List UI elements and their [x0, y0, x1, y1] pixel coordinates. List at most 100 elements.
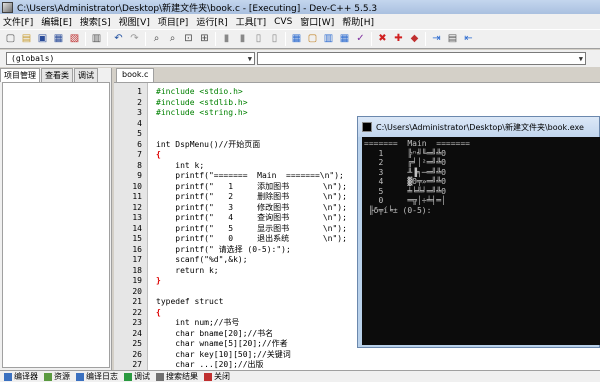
undo-icon[interactable]: ↶: [112, 33, 125, 46]
menu-cvs[interactable]: CVS: [274, 17, 292, 27]
new-project-icon[interactable]: ⇥: [430, 33, 443, 46]
compile-log-icon: [76, 372, 84, 381]
tab-project-manager[interactable]: 项目管理: [0, 68, 40, 82]
print-icon[interactable]: ▥: [90, 33, 103, 46]
unindent-icon[interactable]: ▮: [236, 33, 249, 46]
tab-label: 关闭: [214, 372, 230, 381]
tab-class-view[interactable]: 查看类: [41, 68, 73, 82]
exit-icon[interactable]: ⇤: [462, 33, 475, 46]
save-icon[interactable]: ▣: [36, 33, 49, 46]
compile-icon[interactable]: ▦: [290, 33, 303, 46]
code-line: 27 char ...[20];//出版: [114, 360, 600, 370]
menu-search[interactable]: 搜索[S]: [80, 15, 111, 28]
code-text: {: [156, 307, 161, 317]
tab-debug[interactable]: 调试: [74, 68, 98, 82]
scope-select[interactable]: (globals) ▼: [6, 52, 255, 65]
menu-help[interactable]: 帮助[H]: [342, 15, 374, 28]
line-number: 18: [132, 265, 142, 275]
code-line: 2 #include <stdlib.h>: [114, 98, 600, 109]
separator: [285, 32, 286, 46]
line-number: 8: [137, 160, 142, 170]
editor-tab-book-c[interactable]: book.c: [116, 68, 155, 82]
line-number: 14: [132, 223, 142, 233]
tab-search-results[interactable]: 搜索结果: [156, 371, 198, 382]
line-number: 3: [137, 108, 142, 117]
close-icon: [204, 372, 212, 381]
app-icon: [2, 1, 13, 13]
code-text: #include <stdlib.h>: [156, 97, 248, 107]
tab-label: 编译日志: [86, 372, 118, 381]
save-all-icon[interactable]: ▦: [52, 33, 65, 46]
code-text: char bname[20];//书名: [156, 328, 274, 338]
run-icon[interactable]: ▢: [306, 33, 319, 46]
tab-label: 编译器: [14, 372, 38, 381]
indent-icon[interactable]: ▮: [220, 33, 233, 46]
menu-tools[interactable]: 工具[T]: [236, 15, 267, 28]
line-number: 10: [132, 181, 142, 191]
profile-icon[interactable]: ◆: [408, 33, 421, 46]
tab-compiler[interactable]: 编译器: [4, 371, 38, 382]
find-next-icon[interactable]: ⊡: [182, 33, 195, 46]
menu-file[interactable]: 文件[F]: [3, 15, 33, 28]
console-line: ╟δ╤í╘± (0-5):: [364, 205, 432, 215]
console-output: ======= Main ======= 1 ╠ⁿ╝╙═╝╩Θ 2 ╔╛│²═╝…: [362, 137, 600, 345]
code-text: int k;: [156, 160, 205, 170]
console-line: ======= Main =======: [364, 139, 470, 148]
code-text: printf(" 2 删除图书 \n");: [156, 192, 347, 201]
console-window[interactable]: C:\Users\Administrator\Desktop\新建文件夹\boo…: [357, 116, 600, 348]
stop-icon[interactable]: ✖: [376, 33, 389, 46]
console-title: C:\Users\Administrator\Desktop\新建文件夹\boo…: [376, 122, 584, 132]
new-file-icon[interactable]: ▢: [4, 33, 17, 46]
separator: [107, 32, 108, 46]
find-icon[interactable]: ⌕: [150, 33, 163, 46]
console-title-bar[interactable]: C:\Users\Administrator\Desktop\新建文件夹\boo…: [358, 117, 599, 137]
menu-window[interactable]: 窗口[W]: [300, 15, 334, 28]
compile-run-icon[interactable]: ▥: [322, 33, 335, 46]
toolbar: ▢ ▤ ▣ ▦ ▧ ▥ ↶ ↷ ⌕ ⌕ ⊡ ⊞ ▮ ▮ ▯ ▯ ▦ ▢ ▥ ▦ …: [0, 29, 600, 49]
line-number: 12: [132, 202, 142, 212]
debug-check-icon: [124, 372, 132, 381]
title-bar: C:\Users\Administrator\Desktop\新建文件夹\boo…: [0, 0, 600, 14]
redo-icon[interactable]: ↷: [128, 33, 141, 46]
project-tree[interactable]: [2, 82, 110, 368]
code-text: printf(" 4 查询图书 \n");: [156, 213, 347, 222]
line-number: 15: [132, 234, 142, 243]
line-number: 5: [137, 129, 142, 138]
menu-view[interactable]: 视图[V]: [119, 15, 150, 28]
replace-icon[interactable]: ⌕: [166, 33, 179, 46]
code-text: #include <string.h>: [156, 108, 248, 117]
menu-edit[interactable]: 编辑[E]: [41, 15, 72, 28]
bottom-tabs: 编译器 资源 编译日志 调试 搜索结果 关闭: [0, 370, 600, 382]
syntax-check-icon[interactable]: ✓: [354, 33, 367, 46]
resources-icon: [44, 372, 52, 381]
line-number: 16: [132, 244, 142, 254]
bookmark-icon[interactable]: ▯: [268, 33, 281, 46]
tab-debug-output[interactable]: 调试: [124, 371, 150, 382]
menu-bar: 文件[F] 编辑[E] 搜索[S] 视图[V] 项目[P] 运行[R] 工具[T…: [0, 14, 600, 29]
console-line: 1 ╠ⁿ╝╙═╝╩Θ: [364, 148, 446, 158]
goto-line-icon[interactable]: ⊞: [198, 33, 211, 46]
code-text: return k;: [156, 265, 219, 275]
menu-project[interactable]: 项目[P]: [158, 15, 188, 28]
open-file-icon[interactable]: ▤: [20, 33, 33, 46]
line-number: 27: [132, 360, 142, 369]
rebuild-icon[interactable]: ▦: [338, 33, 351, 46]
tab-close[interactable]: 关闭: [204, 371, 230, 382]
project-options-icon[interactable]: ▤: [446, 33, 459, 46]
code-text: #include <stdio.h>: [156, 87, 243, 96]
menu-run[interactable]: 运行[R]: [196, 15, 227, 28]
close-file-icon[interactable]: ▧: [68, 33, 81, 46]
line-number: 24: [132, 328, 142, 338]
member-select[interactable]: ▼: [257, 52, 586, 65]
toggle-comment-icon[interactable]: ▯: [252, 33, 265, 46]
tab-label: 搜索结果: [166, 372, 198, 381]
code-text: char ...[20];//出版: [156, 360, 264, 369]
class-browser-bar: (globals) ▼ ▼: [0, 50, 600, 67]
tab-resources[interactable]: 资源: [44, 371, 70, 382]
code-line: 1 #include <stdio.h>: [114, 87, 600, 98]
line-number: 19: [132, 276, 142, 285]
line-number: 4: [137, 118, 142, 128]
tab-compile-log[interactable]: 编译日志: [76, 371, 118, 382]
debug-icon[interactable]: ✚: [392, 33, 405, 46]
left-panel: 项目管理 查看类 调试: [0, 68, 112, 370]
